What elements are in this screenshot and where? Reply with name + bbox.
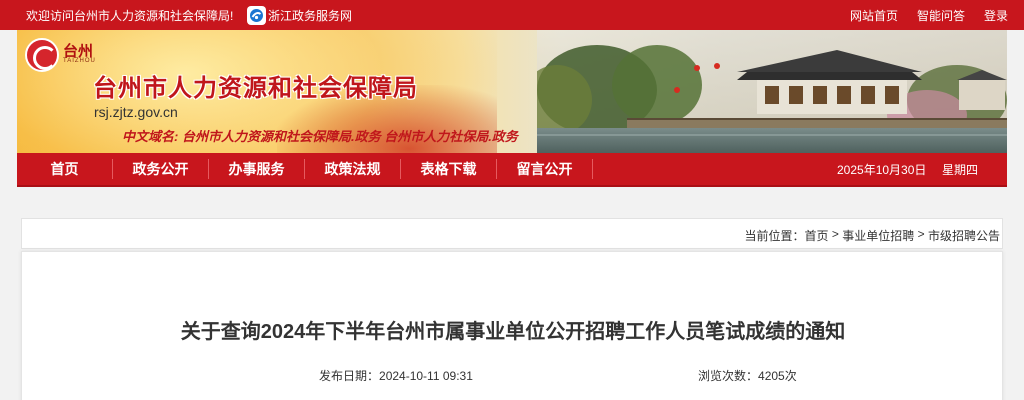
breadcrumb-bar: 当前位置： 首页 > 事业单位招聘 > 市级招聘公告 <box>21 218 1003 249</box>
home-link[interactable]: 网站首页 <box>850 7 898 24</box>
nav-item-messages[interactable]: 留言公开 <box>497 153 592 185</box>
view-count: 浏览次数：4205次 <box>698 367 797 384</box>
logo-subtitle: TAIZHOU <box>63 58 96 64</box>
nav-item-gov-affairs[interactable]: 政务公开 <box>113 153 208 185</box>
breadcrumb-prefix: 当前位置： <box>744 229 805 243</box>
current-weekday: 星期四 <box>942 163 979 177</box>
article-title: 关于查询2024年下半年台州市属事业单位公开招聘工作人员笔试成绩的通知 <box>180 321 846 343</box>
zhejiang-gov-service-link[interactable]: 浙江政务服务网 <box>247 5 352 25</box>
site-title: 台州市人力资源和社会保障局 <box>93 75 418 102</box>
nav-item-policies[interactable]: 政策法规 <box>305 153 400 185</box>
site-domain: rsj.zjtz.gov.cn <box>94 104 178 120</box>
main-nav: 首页 政务公开 办事服务 政策法规 表格下载 留言公开 2025年10月30日 … <box>17 153 1007 187</box>
login-link[interactable]: 登录 <box>984 7 1008 24</box>
chinese-domain-line: 中文域名: 台州市人力资源和社会保障局.政务 台州市人力社保局.政务 <box>122 126 518 145</box>
article-panel: 关于查询2024年下半年台州市属事业单位公开招聘工作人员笔试成绩的通知 发布日期… <box>21 251 1003 400</box>
nav-item-services[interactable]: 办事服务 <box>209 153 304 185</box>
nav-item-forms[interactable]: 表格下载 <box>401 153 496 185</box>
breadcrumb-separator: > <box>831 227 839 241</box>
top-right-links: 网站首页 智能问答 登录 <box>850 7 1008 24</box>
nav-divider <box>592 159 593 179</box>
taizhou-logo-icon <box>25 38 59 72</box>
publish-date-value: 2024-10-11 09:31 <box>379 369 473 383</box>
view-count-value: 4205次 <box>758 369 797 383</box>
view-count-label: 浏览次数： <box>698 369 759 383</box>
chinese-domain-label: 中文域名: <box>122 129 179 144</box>
smart-qa-link[interactable]: 智能问答 <box>917 7 965 24</box>
welcome-text: 欢迎访问台州市人力资源和社会保障局! <box>26 9 234 23</box>
breadcrumb-home[interactable]: 首页 <box>805 227 829 244</box>
breadcrumb-city-announcements[interactable]: 市级招聘公告 <box>928 227 1000 244</box>
top-bar: 欢迎访问台州市人力资源和社会保障局! 浙江政务服务网 网站首页 智能问答 登录 <box>0 0 1024 30</box>
chinese-domain-values: 台州市人力资源和社会保障局.政务 台州市人力社保局.政务 <box>181 129 518 144</box>
publish-date: 发布日期：2024-10-11 09:31 <box>319 367 473 384</box>
gov-link-label: 浙江政务服务网 <box>268 8 353 23</box>
scenery-illustration <box>537 30 1007 153</box>
nav-item-home[interactable]: 首页 <box>17 153 112 185</box>
current-date: 2025年10月30日 <box>837 163 927 177</box>
breadcrumb-recruitment[interactable]: 事业单位招聘 <box>842 227 914 244</box>
breadcrumb: 当前位置： 首页 > 事业单位招聘 > 市级招聘公告 <box>745 227 1000 244</box>
breadcrumb-separator: > <box>917 227 925 241</box>
zhejiang-gov-logo-icon <box>247 5 266 25</box>
publish-date-label: 发布日期： <box>319 369 380 383</box>
site-banner: 台州 TAIZHOU 台州市人力资源和社会保障局 rsj.zjtz.gov.cn… <box>17 30 1007 153</box>
